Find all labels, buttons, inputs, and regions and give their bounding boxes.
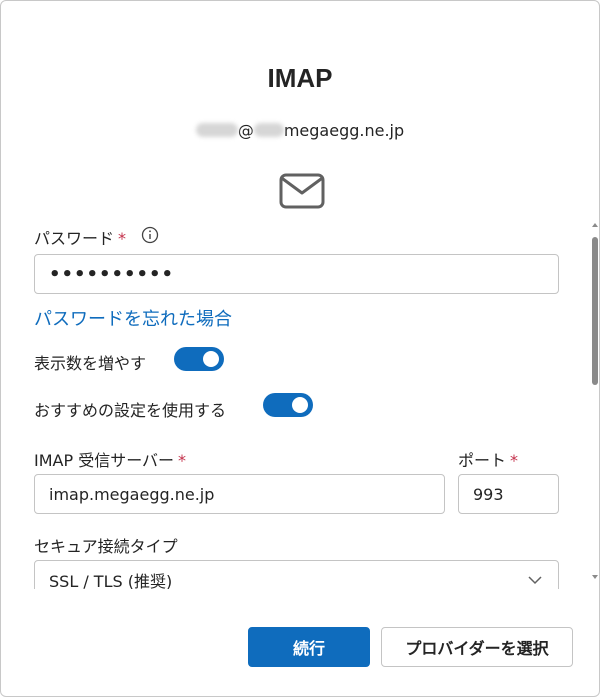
info-icon[interactable]	[141, 226, 159, 244]
scroll-up-arrow-icon[interactable]	[592, 223, 598, 227]
settings-scroll-area[interactable]: パスワード * •••••••••• パスワードを忘れた場合 表示数を増やす おす…	[1, 213, 599, 589]
port-input[interactable]: 993	[458, 474, 559, 514]
port-required-mark: *	[510, 451, 519, 470]
password-required-mark: *	[118, 229, 127, 248]
account-domain: megaegg.ne.jp	[283, 121, 405, 140]
toggle-knob	[203, 351, 219, 367]
recommended-settings-label: おすすめの設定を使用する	[34, 401, 227, 420]
show-more-label: 表示数を増やす	[34, 354, 147, 373]
continue-button[interactable]: 続行	[248, 627, 370, 667]
imap-dialog: IMAP @ megaegg.ne.jp パスワード * •••••••••• パス…	[0, 0, 600, 697]
dialog-title: IMAP	[267, 63, 333, 93]
recommended-settings-toggle[interactable]	[263, 393, 313, 417]
password-label: パスワード *	[34, 229, 127, 248]
chevron-down-icon	[528, 576, 542, 585]
choose-provider-button[interactable]: プロバイダーを選択	[381, 627, 573, 667]
secure-connection-value: SSL / TLS (推奨)	[49, 572, 173, 589]
forgot-password-link[interactable]: パスワードを忘れた場合	[34, 305, 232, 331]
account-at: @	[237, 121, 254, 140]
account-email: @ megaegg.ne.jp	[1, 121, 599, 140]
scroll-down-arrow-icon[interactable]	[592, 575, 598, 579]
password-field[interactable]: ••••••••••	[34, 254, 559, 294]
port-label: ポート *	[458, 451, 519, 470]
imap-server-label: IMAP 受信サーバー *	[34, 451, 187, 470]
show-more-toggle[interactable]	[174, 347, 224, 371]
redacted-username	[195, 123, 238, 137]
secure-connection-label: セキュア接続タイプ	[34, 537, 178, 556]
redacted-subdomain	[253, 123, 284, 137]
scrollbar-thumb[interactable]	[592, 237, 598, 385]
imap-server-required-mark: *	[178, 451, 187, 470]
mail-icon	[279, 173, 325, 209]
imap-server-input[interactable]: imap.megaegg.ne.jp	[34, 474, 445, 514]
secure-connection-select[interactable]: SSL / TLS (推奨)	[34, 560, 559, 589]
toggle-knob	[292, 397, 308, 413]
scrollbar[interactable]	[589, 223, 599, 589]
